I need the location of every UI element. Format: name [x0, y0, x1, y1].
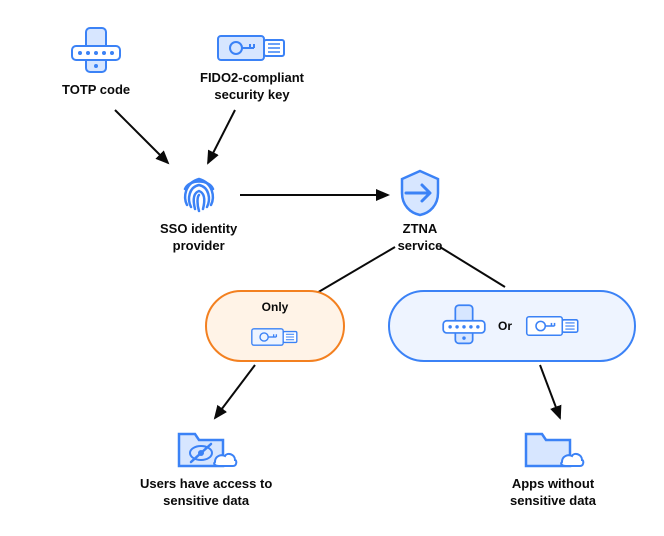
condition-or: Or — [388, 290, 636, 362]
folder-cloud-icon — [518, 420, 588, 476]
node-totp: TOTP code — [62, 22, 130, 99]
node-sso-label: SSO identity provider — [160, 221, 237, 255]
node-apps: Apps without sensitive data — [510, 420, 596, 510]
condition-or-label: Or — [498, 319, 512, 333]
condition-only: Only — [205, 290, 345, 362]
node-fido2: FIDO2-compliant security key — [200, 26, 304, 104]
smartphone-otp-icon — [438, 300, 490, 352]
security-key-icon — [520, 309, 586, 343]
smartphone-otp-icon — [66, 22, 126, 82]
node-totp-label: TOTP code — [62, 82, 130, 99]
fingerprint-icon — [171, 165, 227, 221]
node-fido2-label: FIDO2-compliant security key — [200, 70, 304, 104]
folder-hidden-cloud-icon — [171, 420, 241, 476]
condition-only-label: Only — [262, 300, 289, 314]
node-sso: SSO identity provider — [160, 165, 237, 255]
security-key-icon — [245, 322, 305, 352]
node-ztna-label: ZTNA service — [398, 221, 443, 255]
security-key-icon — [212, 26, 292, 70]
node-apps-label: Apps without sensitive data — [510, 476, 596, 510]
shield-arrow-icon — [392, 165, 448, 221]
node-sensitive-label: Users have access to sensitive data — [140, 476, 272, 510]
node-ztna: ZTNA service — [392, 165, 448, 255]
node-sensitive: Users have access to sensitive data — [140, 420, 272, 510]
